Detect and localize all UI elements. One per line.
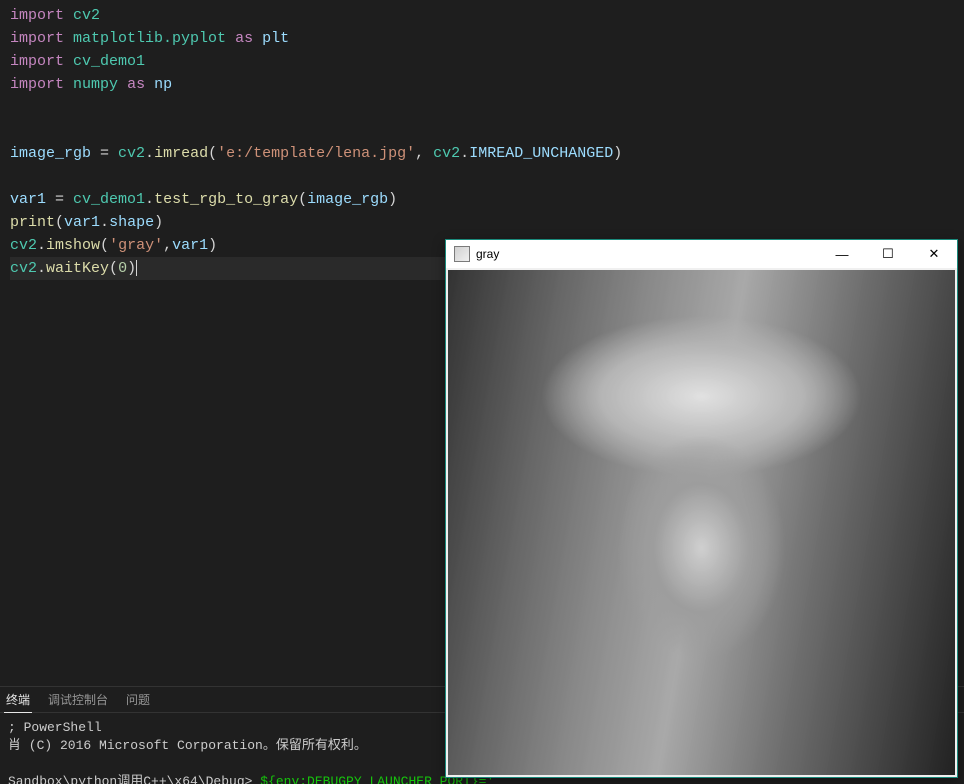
tab-problems[interactable]: 问题 bbox=[124, 687, 152, 712]
code-line bbox=[10, 96, 954, 119]
maximize-button[interactable]: ☐ bbox=[865, 240, 911, 268]
tab-terminal[interactable]: 终端 bbox=[4, 687, 32, 713]
close-button[interactable]: ✕ bbox=[911, 240, 957, 268]
window-content bbox=[446, 268, 957, 777]
code-line: print(var1.shape) bbox=[10, 211, 954, 234]
code-line: import matplotlib.pyplot as plt bbox=[10, 27, 954, 50]
app-icon bbox=[454, 246, 470, 262]
code-line: import numpy as np bbox=[10, 73, 954, 96]
tab-debug-console[interactable]: 调试控制台 bbox=[46, 687, 110, 712]
code-line: import cv_demo1 bbox=[10, 50, 954, 73]
opencv-window[interactable]: gray — ☐ ✕ bbox=[445, 239, 958, 778]
code-line bbox=[10, 119, 954, 142]
window-titlebar[interactable]: gray — ☐ ✕ bbox=[446, 240, 957, 268]
code-line: image_rgb = cv2.imread('e:/template/lena… bbox=[10, 142, 954, 165]
code-line: var1 = cv_demo1.test_rgb_to_gray(image_r… bbox=[10, 188, 954, 211]
grayscale-image bbox=[448, 270, 955, 775]
code-line bbox=[10, 165, 954, 188]
code-line: import cv2 bbox=[10, 4, 954, 27]
window-title: gray bbox=[476, 247, 819, 261]
minimize-button[interactable]: — bbox=[819, 240, 865, 268]
text-cursor bbox=[136, 260, 137, 276]
